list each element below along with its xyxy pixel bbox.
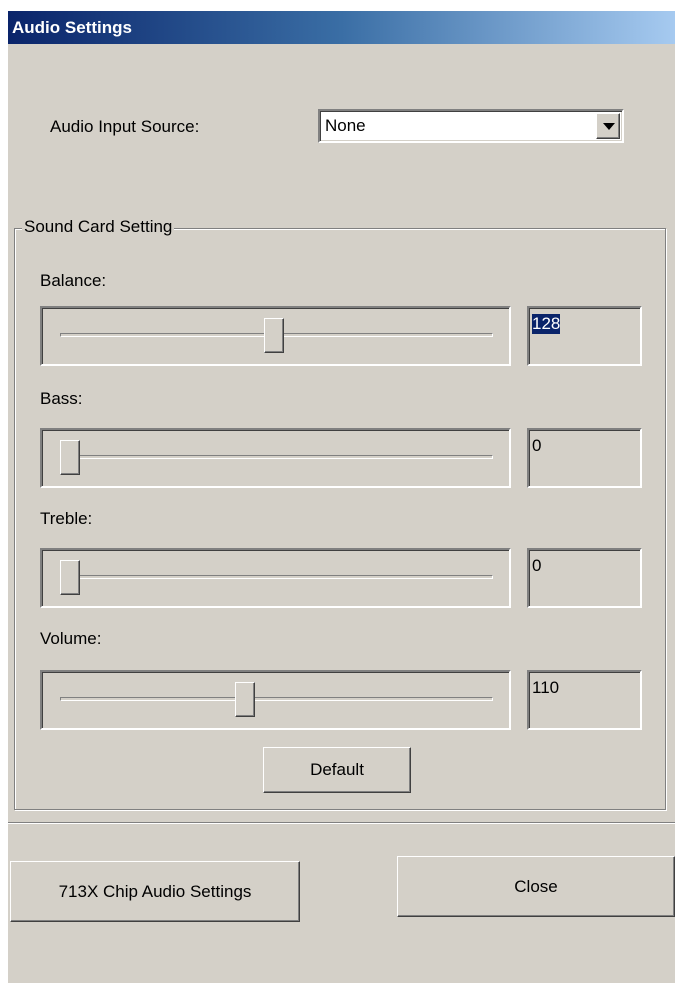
close-button-label: Close	[514, 876, 558, 896]
slider-thumb[interactable]	[263, 318, 284, 353]
slider-track	[60, 575, 493, 579]
balance-label: Balance:	[40, 271, 107, 290]
bass-value-field[interactable]: 0	[527, 428, 642, 488]
input-source-label: Audio Input Source:	[50, 117, 200, 136]
treble-value-field[interactable]: 0	[527, 548, 642, 608]
treble-slider[interactable]	[40, 548, 511, 608]
input-source-dropdown[interactable]: None	[318, 109, 624, 143]
volume-label: Volume:	[40, 629, 102, 648]
balance-slider[interactable]	[40, 306, 511, 366]
slider-thumb[interactable]	[235, 682, 255, 717]
slider-thumb[interactable]	[60, 560, 80, 595]
window-title: Audio Settings	[8, 11, 675, 44]
treble-value: 0	[532, 556, 542, 575]
bass-label: Bass:	[40, 389, 83, 408]
input-source-value: None	[325, 116, 366, 135]
balance-value: 128	[532, 314, 561, 334]
dropdown-button[interactable]	[596, 113, 620, 139]
bass-value: 0	[532, 436, 542, 455]
bass-slider[interactable]	[40, 428, 511, 488]
volume-value: 110	[532, 678, 560, 697]
divider	[8, 822, 675, 824]
slider-track	[60, 455, 493, 459]
treble-label: Treble:	[40, 509, 93, 528]
default-button-label: Default	[310, 760, 364, 779]
chevron-down-icon	[603, 123, 615, 130]
chip-audio-settings-button[interactable]: 713X Chip Audio Settings	[10, 861, 300, 922]
close-button[interactable]: Close	[397, 856, 675, 917]
balance-value-field[interactable]: 128	[527, 306, 642, 366]
audio-settings-window: Audio Settings Audio Input Source: None …	[8, 11, 675, 983]
sound-card-group-label: Sound Card Setting	[22, 217, 175, 237]
slider-track	[60, 697, 493, 701]
chip-audio-settings-label: 713X Chip Audio Settings	[58, 881, 252, 901]
volume-slider[interactable]	[40, 670, 511, 730]
volume-value-field[interactable]: 110	[527, 670, 642, 730]
default-button[interactable]: Default	[263, 747, 411, 793]
slider-thumb[interactable]	[60, 440, 80, 475]
